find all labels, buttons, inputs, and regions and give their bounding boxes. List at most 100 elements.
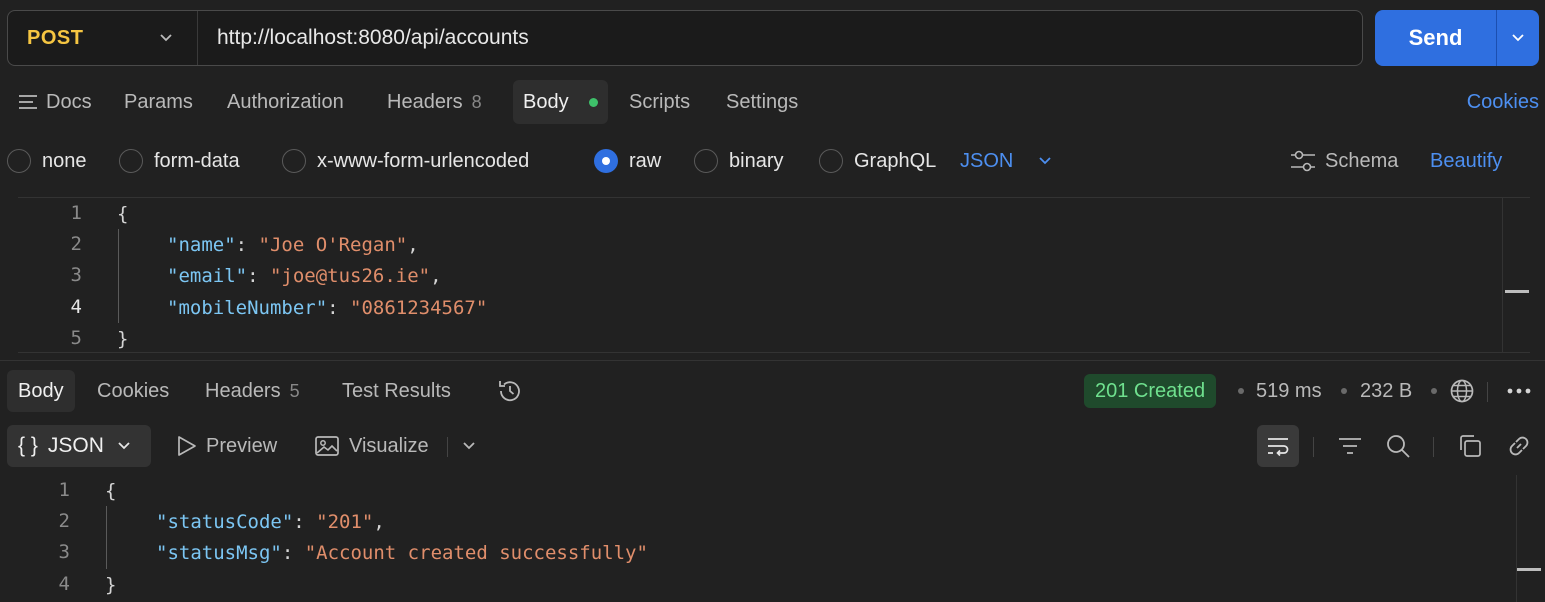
response-tab-test-results[interactable]: Test Results — [342, 370, 451, 412]
json-brace: { — [105, 479, 117, 502]
raw-format-select[interactable]: JSON — [960, 140, 1053, 182]
tab-params[interactable]: Params — [124, 80, 193, 124]
visualize-button[interactable]: Visualize — [314, 425, 429, 467]
preview-button[interactable]: Preview — [176, 425, 277, 467]
link-icon[interactable] — [1498, 425, 1540, 467]
json-brace: { — [117, 202, 129, 225]
response-time[interactable]: 519 ms — [1256, 370, 1322, 412]
schema-button[interactable]: Schema — [1289, 140, 1398, 182]
visualize-icon — [314, 434, 340, 458]
request-tabs: Docs Params Authorization Headers 8 Body… — [0, 80, 1545, 124]
response-tabs: Body Cookies Headers 5 Test Results 201 … — [0, 370, 1545, 412]
response-format-label: JSON — [47, 434, 104, 457]
scroll-position-marker — [1505, 290, 1529, 293]
separator-dot — [1238, 388, 1244, 394]
chevron-down-icon — [158, 30, 174, 51]
code-line: { — [105, 475, 116, 506]
tab-authorization[interactable]: Authorization — [227, 80, 344, 124]
method-select[interactable]: POST — [8, 11, 198, 65]
json-value: "0861234567" — [350, 296, 488, 319]
line-number: 3 — [70, 264, 82, 286]
response-tab-body[interactable]: Body — [7, 370, 75, 412]
radio-raw-label: raw — [629, 149, 662, 172]
response-tab-headers-label: Headers — [205, 379, 281, 402]
indent-guide — [118, 229, 119, 323]
editor-scrollbar[interactable] — [1502, 198, 1530, 352]
response-tab-cookies[interactable]: Cookies — [97, 370, 169, 412]
code-line: "statusCode": "201", — [156, 510, 385, 533]
visualize-label: Visualize — [349, 434, 429, 457]
json-brace: } — [117, 327, 129, 350]
copy-icon[interactable] — [1449, 425, 1491, 467]
response-tab-headers[interactable]: Headers 5 — [205, 370, 300, 412]
radio-form-data[interactable]: form-data — [119, 140, 240, 182]
chevron-down-icon — [1037, 153, 1053, 169]
preview-label: Preview — [206, 434, 278, 457]
json-value: "Joe O'Regan" — [258, 233, 408, 256]
code-line: "email": "joe@tus26.ie", — [167, 264, 442, 287]
chevron-down-icon — [116, 438, 132, 454]
tab-docs[interactable]: Docs — [18, 80, 92, 124]
radio-urlencoded[interactable]: x-www-form-urlencoded — [282, 140, 529, 182]
docs-icon — [18, 94, 38, 110]
code-line: { — [117, 198, 128, 229]
url-input[interactable]: http://localhost:8080/api/accounts — [198, 26, 1362, 50]
radio-raw[interactable]: raw — [594, 140, 661, 182]
visualize-options-button[interactable] — [448, 425, 490, 467]
toolbar-divider — [1433, 437, 1434, 457]
radio-none-label: none — [42, 149, 87, 172]
line-number: 3 — [58, 541, 70, 563]
code-line: "name": "Joe O'Regan", — [167, 233, 419, 256]
line-number: 2 — [70, 233, 82, 255]
history-icon[interactable] — [489, 370, 531, 412]
schema-label: Schema — [1325, 149, 1399, 172]
separator-dot — [1431, 388, 1437, 394]
request-url-bar: POST http://localhost:8080/api/accounts — [7, 10, 1363, 66]
tab-headers-label: Headers — [387, 90, 463, 113]
method-label: POST — [27, 26, 84, 49]
filter-icon[interactable] — [1329, 425, 1371, 467]
json-value: "Account created successfully" — [304, 541, 648, 564]
raw-format-label: JSON — [960, 149, 1014, 172]
code-line: "mobileNumber": "0861234567" — [167, 296, 488, 319]
json-key: "mobileNumber" — [167, 296, 328, 319]
radio-urlencoded-label: x-www-form-urlencoded — [317, 149, 530, 172]
json-value: "201" — [316, 510, 374, 533]
response-toolbar: { } JSON Preview Visualize — [0, 425, 1545, 469]
code-line: } — [117, 323, 128, 354]
response-size[interactable]: 232 B — [1360, 370, 1412, 412]
radio-graphql-label: GraphQL — [854, 149, 937, 172]
status-badge[interactable]: 201 Created — [1084, 374, 1217, 408]
line-number: 5 — [70, 327, 82, 349]
request-body-editor[interactable]: 1 2 3 4 5 { "name": "Joe O'Regan", "emai… — [18, 197, 1530, 353]
json-braces-icon: { } — [18, 434, 38, 457]
tab-settings[interactable]: Settings — [726, 80, 798, 124]
response-format-select[interactable]: { } JSON — [7, 425, 151, 467]
radio-circle — [282, 149, 306, 173]
pane-divider[interactable] — [0, 360, 1545, 361]
radio-graphql[interactable]: GraphQL — [819, 140, 936, 182]
response-scrollbar-track[interactable] — [1516, 475, 1517, 602]
toolbar-divider — [1313, 437, 1314, 457]
toolbar-divider — [1487, 382, 1488, 402]
beautify-button[interactable]: Beautify — [1430, 140, 1502, 182]
send-button-group: Send — [1375, 10, 1539, 66]
chevron-down-icon — [1512, 34, 1524, 42]
send-options-button[interactable] — [1497, 30, 1539, 46]
tab-body[interactable]: Body — [513, 80, 608, 124]
tab-headers[interactable]: Headers 8 — [387, 80, 482, 124]
send-button[interactable]: Send — [1375, 25, 1496, 51]
search-icon[interactable] — [1377, 425, 1419, 467]
response-body-viewer[interactable]: 1 2 3 4 { "statusCode": "201", "statusMs… — [0, 475, 1545, 602]
radio-form-data-label: form-data — [154, 149, 240, 172]
globe-icon[interactable] — [1441, 370, 1483, 412]
radio-none[interactable]: none — [7, 140, 87, 182]
cookies-link[interactable]: Cookies — [1467, 80, 1539, 124]
radio-circle-selected — [594, 149, 618, 173]
more-icon[interactable] — [1498, 370, 1540, 412]
wrap-icon[interactable] — [1257, 425, 1299, 467]
scroll-position-marker — [1517, 568, 1541, 571]
separator-dot — [1341, 388, 1347, 394]
tab-scripts[interactable]: Scripts — [629, 80, 690, 124]
radio-binary[interactable]: binary — [694, 140, 783, 182]
